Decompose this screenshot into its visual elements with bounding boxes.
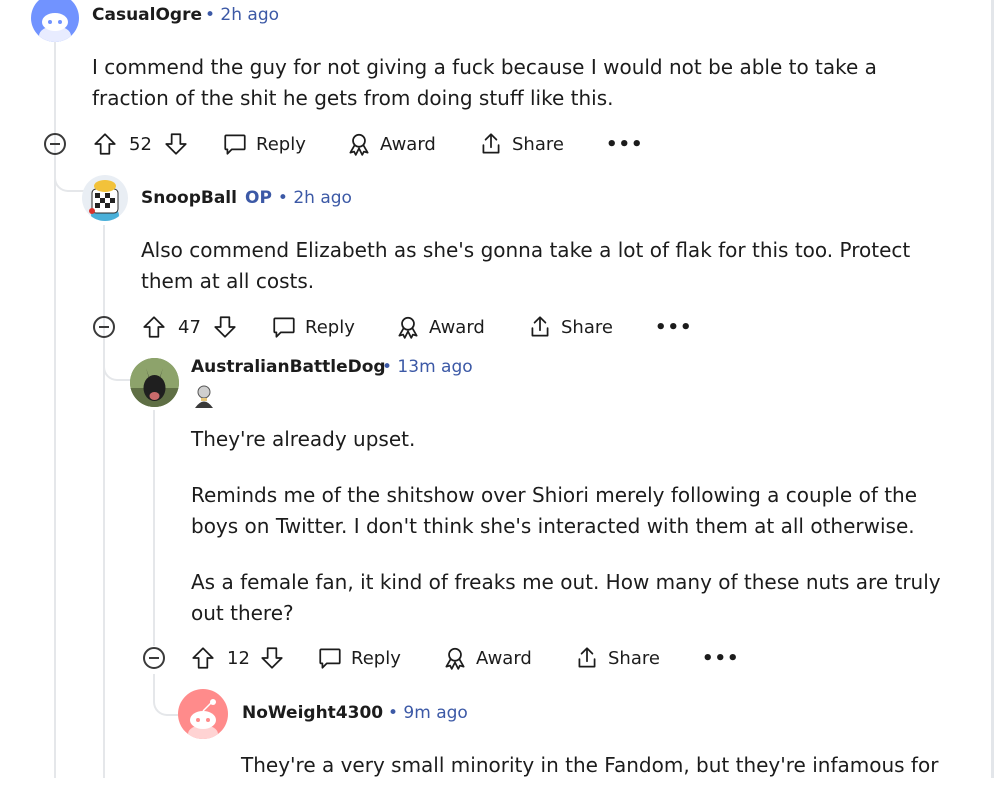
reply-button[interactable]: Reply <box>222 129 306 159</box>
comment-bubble-icon <box>273 317 295 338</box>
upvote-button[interactable] <box>92 129 118 159</box>
comment-body: They're already upset. Reminds me of the… <box>191 424 961 654</box>
comment-bubble-icon <box>319 648 341 669</box>
vote-count: 47 <box>178 316 201 338</box>
comment-actions: 12 Reply Award Share ••• <box>190 643 750 673</box>
thread-connector <box>54 160 84 192</box>
comment-paragraph: Reminds me of the shitshow over Shiori m… <box>191 483 918 538</box>
downvote-icon <box>214 316 236 338</box>
comment-username[interactable]: CasualOgre <box>92 5 202 25</box>
reply-button[interactable]: Reply <box>317 643 401 673</box>
award-button[interactable]: Award <box>395 312 485 342</box>
comment-body: Also commend Elizabeth as she's gonna ta… <box>141 235 951 322</box>
upvote-icon <box>94 133 116 155</box>
collapse-button[interactable] <box>93 316 115 338</box>
thread-line[interactable] <box>103 225 105 778</box>
comment-paragraph: Also commend Elizabeth as she's gonna ta… <box>141 238 911 293</box>
share-icon <box>578 647 596 668</box>
reply-label: Reply <box>305 316 355 338</box>
share-label: Share <box>512 133 564 155</box>
comment-timestamp[interactable]: • 13m ago <box>382 357 473 377</box>
downvote-button[interactable] <box>212 312 238 342</box>
reply-button[interactable]: Reply <box>271 312 355 342</box>
comment-timestamp[interactable]: • 2h ago <box>278 188 352 208</box>
comment-username[interactable]: SnoopBall <box>141 188 237 208</box>
award-label: Award <box>429 316 485 338</box>
comment-paragraph: As a female fan, it kind of freaks me ou… <box>191 570 941 625</box>
share-button[interactable]: Share <box>527 312 613 342</box>
comment-paragraph: I commend the guy for not giving a fuck … <box>92 55 877 110</box>
award-button[interactable]: Award <box>442 643 532 673</box>
upvote-icon <box>192 647 214 669</box>
award-icon <box>398 316 418 339</box>
award-icon <box>349 133 369 156</box>
comment-actions: 47 Reply Award Share ••• <box>141 312 701 342</box>
vote-count: 52 <box>129 133 152 155</box>
snoo-avatar-icon <box>89 180 119 221</box>
upvote-button[interactable] <box>190 643 216 673</box>
comment-paragraph: They're a very small minority in the Fan… <box>241 753 939 777</box>
award-button[interactable]: Award <box>346 129 436 159</box>
avatar[interactable] <box>31 0 79 42</box>
share-button[interactable]: Share <box>574 643 660 673</box>
comment-username[interactable]: NoWeight4300 <box>242 703 383 723</box>
collapse-button[interactable] <box>44 133 66 155</box>
avatar[interactable] <box>82 175 128 221</box>
avatar[interactable] <box>178 689 228 739</box>
op-badge: OP <box>245 188 272 208</box>
snoo-avatar-icon <box>188 699 218 739</box>
comment-actions: 52 Reply Award Share ••• <box>92 129 652 159</box>
thread-line[interactable] <box>153 410 155 646</box>
award-label: Award <box>476 647 532 669</box>
avatar[interactable] <box>130 358 179 407</box>
comment-timestamp[interactable]: • 2h ago <box>205 5 279 25</box>
comment-username[interactable]: AustralianBattleDog <box>191 357 386 377</box>
snoo-avatar-icon <box>39 13 71 42</box>
comment-paragraph: They're already upset. <box>191 427 416 451</box>
downvote-button[interactable] <box>259 643 285 673</box>
dog-photo-avatar-icon <box>130 358 179 407</box>
comment-body: They're a very small minority in the Fan… <box>241 750 961 806</box>
thread-connector <box>153 674 180 716</box>
more-options-button[interactable]: ••• <box>655 312 693 342</box>
share-button[interactable]: Share <box>478 129 564 159</box>
upvote-icon <box>143 316 165 338</box>
award-icon <box>445 647 465 670</box>
comment-meta: OP • 2h ago <box>245 188 352 208</box>
comment-body: I commend the guy for not giving a fuck … <box>92 52 942 139</box>
comment-timestamp[interactable]: • 9m ago <box>388 703 468 723</box>
thread-connector <box>103 342 132 381</box>
more-options-button[interactable]: ••• <box>606 129 644 159</box>
share-icon <box>531 316 549 337</box>
award-label: Award <box>380 133 436 155</box>
share-label: Share <box>608 647 660 669</box>
collapse-button[interactable] <box>143 647 165 669</box>
share-icon <box>482 133 500 154</box>
share-label: Share <box>561 316 613 338</box>
upvote-button[interactable] <box>141 312 167 342</box>
downvote-button[interactable] <box>163 129 189 159</box>
downvote-icon <box>165 133 187 155</box>
more-options-button[interactable]: ••• <box>702 643 740 673</box>
user-flair-icon <box>191 383 217 409</box>
reply-label: Reply <box>351 647 401 669</box>
downvote-icon <box>261 647 283 669</box>
reply-label: Reply <box>256 133 306 155</box>
vote-count: 12 <box>227 647 250 669</box>
comment-bubble-icon <box>224 134 246 155</box>
